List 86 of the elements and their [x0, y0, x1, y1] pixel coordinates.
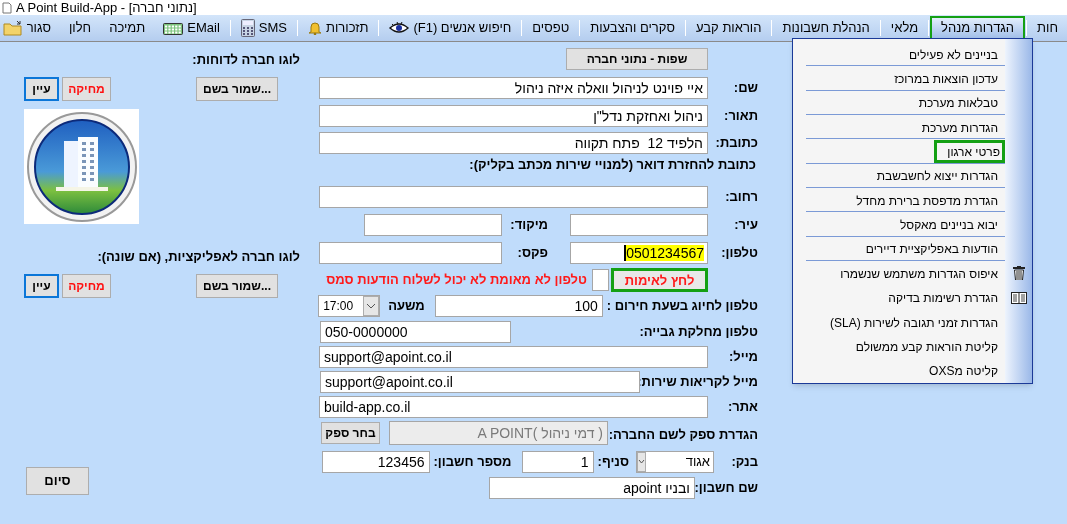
section-label: לוגו חברה לאפליקציות, (אם שונה): — [97, 249, 300, 265]
text-field[interactable]: 123456 — [321, 451, 430, 473]
menu-item[interactable]: חלון — [59, 15, 101, 41]
text-field[interactable]: 1 — [521, 451, 594, 473]
chevron-down-icon — [363, 296, 380, 316]
field-label: תאור: — [723, 108, 758, 124]
browse-button[interactable]: עיין — [24, 77, 59, 101]
chevron-down-icon — [637, 452, 646, 472]
menu-item[interactable]: הודעות באפליקציית דיירים — [858, 237, 1005, 261]
text-field[interactable] — [364, 214, 502, 236]
menu-item[interactable]: הוראות קבע — [687, 15, 771, 41]
menu-item[interactable]: טבלאות מערכת — [911, 91, 1005, 115]
eye-icon — [389, 22, 410, 34]
menu-item[interactable]: הגדרות זמני תגובה לשירות (SLA) — [822, 310, 1005, 334]
bank-dropdown[interactable]: אגוד — [636, 451, 714, 473]
menu-item[interactable]: תזכורות — [298, 15, 378, 41]
field-label: רחוב: — [724, 189, 758, 205]
field-label: הגדרת ספק לשם החברה: — [608, 426, 758, 443]
text-field[interactable]: 050-0000000 — [320, 321, 511, 343]
menu-item[interactable]: יבוא בניינים מאקסל — [893, 213, 1005, 237]
field-label: משעה — [388, 298, 425, 314]
menu-item[interactable]: הגדרות מנהל — [930, 15, 1026, 41]
text-field[interactable] — [570, 214, 708, 236]
menu-item[interactable]: סגור — [0, 15, 60, 41]
menu-item[interactable]: EMail — [154, 15, 229, 41]
field-label: מייל לקריאות שירות: — [640, 374, 758, 390]
field-label: טלפון מחלקת גבייה: — [638, 324, 758, 340]
menu-item[interactable]: חיפוש אנשים (F1) — [380, 15, 521, 41]
menu-item[interactable]: הגדרות ייצוא לחשבשבת — [869, 164, 1005, 188]
field-label: עיר: — [733, 217, 758, 233]
bell-icon — [307, 21, 322, 35]
field-label: מיקוד: — [509, 217, 548, 233]
menu-item[interactable]: עדכון הוצאות במרוכז — [887, 67, 1005, 91]
text-field[interactable]: build-app.co.il — [319, 396, 708, 418]
menu-item[interactable]: הגדרת מדפסת ברירת מחדל — [849, 188, 1005, 212]
section-label: לוגו חברה לדוחות: — [192, 52, 300, 68]
book-icon — [1010, 291, 1027, 304]
keyboard-icon — [163, 21, 184, 35]
field-label: כתובת להחזרת דואר (למנויי שירות מכתב בקליק): — [469, 157, 756, 173]
menu-item[interactable]: מלאי — [881, 15, 928, 41]
text-field[interactable]: ובניו apoint — [489, 477, 695, 499]
field-label: טלפון: — [720, 245, 758, 261]
menu-item[interactable]: פרטי ארגון — [934, 140, 1005, 164]
field-label: פקס: — [516, 245, 548, 261]
field-label: סניף: — [596, 454, 629, 470]
field-label: בנק: — [730, 454, 758, 470]
menu-item[interactable]: הגדרות מערכת — [914, 115, 1005, 139]
field-label: מייל: — [727, 349, 758, 365]
folder-icon — [2, 20, 23, 36]
save-as-button[interactable]: שמור בשם... — [196, 77, 278, 101]
menu-item[interactable]: בניינים לא פעילים — [901, 42, 1005, 66]
menu-item[interactable]: סקרים והצבעות — [581, 15, 684, 41]
field-label: שם: — [732, 80, 758, 96]
field-label: טלפון לחיוג בשעת חירום : — [605, 298, 758, 314]
save-as-button[interactable]: שמור בשם... — [196, 274, 278, 298]
languages-button[interactable]: שפות - נתוני חברה — [566, 48, 708, 70]
calculator-icon — [240, 19, 255, 37]
text-field[interactable] — [319, 242, 502, 264]
browse-button[interactable]: עיין — [24, 274, 59, 298]
text-field[interactable]: הלפיד 12 פתח תקווה — [319, 132, 708, 154]
time-dropdown[interactable]: 17:00 — [318, 295, 381, 317]
window-title: A Point Build-App - [נתוני חברה] — [16, 0, 197, 15]
text-field[interactable]: ניהול ואחזקת נדל"ן — [319, 105, 708, 127]
text-field[interactable]: 100 — [434, 295, 603, 317]
field-label: כתובת: — [714, 135, 758, 151]
text-field[interactable]: support@apoint.co.il — [319, 346, 708, 368]
field-label: אתר: — [726, 399, 758, 415]
menu-item[interactable]: קליטת הוראות קבע ממשולם — [848, 334, 1005, 358]
menu-item[interactable]: SMS — [231, 15, 296, 41]
text-field[interactable]: איי פוינט לניהול וואלה איזה ניהול — [319, 77, 708, 99]
menu-item[interactable]: קליטה מOXS — [922, 359, 1005, 383]
menu-item[interactable]: טפסים — [523, 15, 579, 41]
trash-icon — [1012, 266, 1025, 281]
menu-item[interactable]: חות — [1028, 15, 1067, 41]
text-field[interactable]: support@apoint.co.il — [320, 371, 640, 393]
menu-item[interactable]: הנהלת חשבונות — [773, 15, 879, 41]
text-field[interactable] — [319, 186, 708, 208]
menu-item[interactable]: תמיכה — [100, 15, 155, 41]
field-label: שם חשבון: — [695, 480, 758, 496]
text-field[interactable]: 0501234567 — [570, 242, 708, 264]
finish-button[interactable]: סיום — [26, 467, 89, 495]
field-label: מספר חשבון: — [432, 454, 512, 470]
warning-text: טלפון לא מאומת לא יכול לשלוח הודעות סמס — [326, 271, 587, 290]
text-field[interactable] — [592, 269, 609, 291]
menu-item[interactable]: הגדרת רשימות בדיקה — [881, 286, 1005, 310]
menu-item[interactable]: איפוס הגדרות משתמש שנשמרו — [833, 261, 1005, 285]
